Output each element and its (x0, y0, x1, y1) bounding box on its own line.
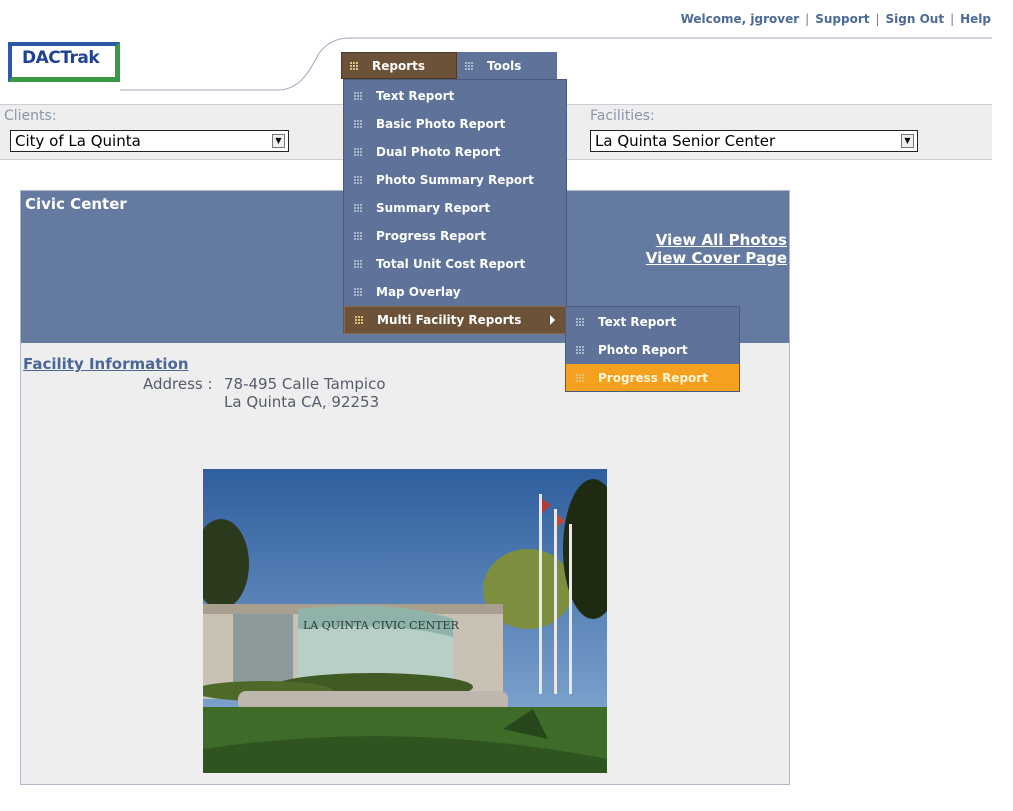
grid-icon (576, 345, 584, 354)
submenu-item-text-report[interactable]: Text Report (566, 308, 739, 335)
grid-icon (354, 288, 362, 296)
address-line1: 78-495 Calle Tampico (224, 375, 386, 393)
menu-item-basic-photo-report[interactable]: Basic Photo Report (344, 111, 566, 137)
menu-item-dual-photo-report[interactable]: Dual Photo Report (344, 139, 566, 165)
grid-icon (354, 92, 362, 100)
submenu-item-progress-report[interactable]: Progress Report (566, 364, 739, 391)
facilities-label: Facilities: (590, 108, 655, 124)
facility-information-link[interactable]: Facility Information (23, 355, 189, 373)
menu-item-label: Summary Report (376, 201, 491, 215)
photo-sign-text: LA QUINTA CIVIC CENTER (303, 619, 460, 632)
grid-icon (355, 316, 363, 324)
reports-dropdown: Text Report Basic Photo Report Dual Phot… (343, 79, 567, 334)
grid-icon (354, 260, 362, 268)
menu-item-map-overlay[interactable]: Map Overlay (344, 279, 566, 305)
chevron-down-icon[interactable]: ▼ (272, 134, 285, 148)
view-all-photos-link[interactable]: View All Photos (656, 231, 787, 249)
facilities-value: La Quinta Senior Center (595, 132, 776, 150)
menu-item-label: Multi Facility Reports (377, 313, 522, 327)
grid-icon (354, 204, 362, 212)
grid-icon (354, 232, 362, 240)
menu-item-label: Dual Photo Report (376, 145, 501, 159)
address-label: Address : (143, 375, 213, 393)
multi-facility-submenu: Text Report Photo Report Progress Report (565, 306, 740, 392)
tab-reports[interactable]: Reports (341, 52, 457, 79)
logo-text: DACTrak (22, 48, 100, 68)
submenu-item-label: Text Report (598, 314, 677, 329)
clients-label: Clients: (4, 108, 57, 124)
menu-item-label: Total Unit Cost Report (376, 257, 526, 271)
menu-item-label: Basic Photo Report (376, 117, 506, 131)
menu-item-progress-report[interactable]: Progress Report (344, 223, 566, 249)
panel-title: Civic Center (25, 195, 127, 213)
submenu-item-label: Photo Report (598, 342, 688, 357)
menu-item-photo-summary-report[interactable]: Photo Summary Report (344, 167, 566, 193)
tab-tools[interactable]: Tools (457, 52, 557, 79)
menu-item-label: Progress Report (376, 229, 486, 243)
menu-item-total-unit-cost-report[interactable]: Total Unit Cost Report (344, 251, 566, 277)
menu-item-label: Photo Summary Report (376, 173, 534, 187)
view-cover-page-link[interactable]: View Cover Page (646, 249, 787, 267)
menu-item-label: Map Overlay (376, 285, 461, 299)
facilities-select[interactable]: La Quinta Senior Center ▼ (590, 130, 918, 152)
address-line2: La Quinta CA, 92253 (224, 393, 380, 411)
grid-icon (354, 148, 362, 156)
submenu-arrow-icon (550, 315, 555, 325)
menu-item-text-report[interactable]: Text Report (344, 83, 566, 109)
menu-item-multi-facility-reports[interactable]: Multi Facility Reports (344, 306, 566, 334)
grid-icon (576, 373, 584, 382)
grid-icon (354, 176, 362, 184)
facility-photo: LA QUINTA CIVIC CENTER (203, 469, 607, 773)
tab-reports-label: Reports (372, 58, 426, 73)
grid-icon (350, 61, 358, 70)
tab-tools-label: Tools (487, 58, 522, 73)
clients-select[interactable]: City of La Quinta ▼ (10, 130, 289, 152)
clients-value: City of La Quinta (15, 132, 141, 150)
menu-item-label: Text Report (376, 89, 455, 103)
chevron-down-icon[interactable]: ▼ (901, 134, 914, 148)
grid-icon (354, 120, 362, 128)
grid-icon (465, 61, 473, 70)
menu-item-summary-report[interactable]: Summary Report (344, 195, 566, 221)
submenu-item-photo-report[interactable]: Photo Report (566, 336, 739, 363)
grid-icon (576, 317, 584, 326)
submenu-item-label: Progress Report (598, 370, 708, 385)
